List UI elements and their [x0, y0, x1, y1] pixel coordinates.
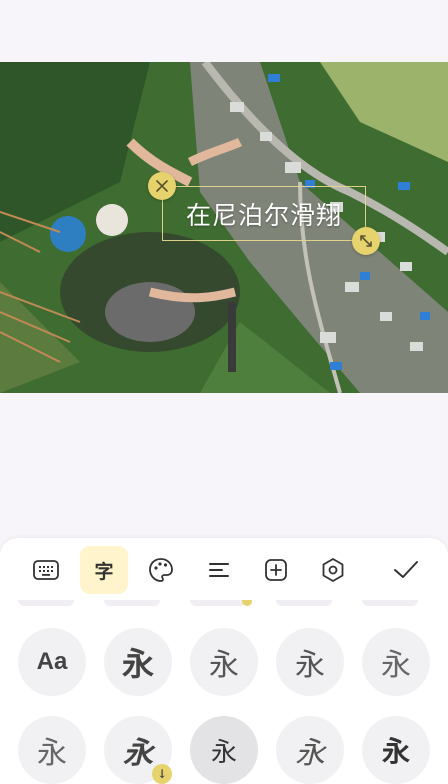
plus-box-icon: [265, 559, 287, 581]
sticker-resize-handle[interactable]: [352, 227, 380, 255]
font-option[interactable]: 永: [362, 628, 430, 696]
font-option[interactable]: Aa: [18, 628, 86, 696]
font-option-partial: [18, 600, 74, 606]
tool-color[interactable]: [137, 546, 185, 594]
tool-font[interactable]: 字: [80, 546, 128, 594]
font-option[interactable]: 永: [18, 716, 86, 784]
font-preview: 永: [295, 736, 325, 771]
font-option-selected[interactable]: 永: [190, 716, 258, 784]
font-option[interactable]: 永: [276, 628, 344, 696]
font-preview: 永: [295, 648, 325, 683]
top-spacer: [0, 0, 448, 62]
palette-icon: [149, 558, 173, 582]
font-option[interactable]: 永: [104, 628, 172, 696]
text-sticker[interactable]: 在尼泊尔滑翔: [162, 186, 366, 241]
tool-keyboard[interactable]: [22, 546, 70, 594]
download-icon: ↓: [152, 764, 172, 784]
font-icon: 字: [94, 560, 114, 583]
font-option-partial: [104, 600, 160, 606]
check-icon: [394, 561, 418, 578]
canvas-background: [0, 393, 448, 538]
font-option[interactable]: 永: [362, 716, 430, 784]
font-option[interactable]: 永 ↓: [104, 716, 172, 784]
font-option[interactable]: 永: [190, 628, 258, 696]
hexagon-icon: [322, 558, 344, 582]
align-icon: [209, 563, 229, 577]
sticker-delete-button[interactable]: [148, 172, 176, 200]
download-badge-partial: [242, 600, 252, 606]
font-option-partial: [190, 600, 246, 606]
scrolled-font-row: [0, 600, 448, 608]
font-preview: 永: [210, 737, 237, 768]
tool-style[interactable]: [309, 546, 357, 594]
font-preview: 永: [381, 735, 410, 768]
font-preview: 永: [209, 648, 239, 683]
font-option[interactable]: 永: [276, 716, 344, 784]
tool-add[interactable]: [252, 546, 300, 594]
text-edit-panel: 字 Aa 永 永 永 永 永 永 ↓ 永 永 永: [0, 538, 448, 784]
font-preview: 永: [37, 737, 67, 770]
keyboard-icon: [33, 560, 59, 580]
font-option-partial: [362, 600, 418, 606]
tool-align[interactable]: [195, 546, 243, 594]
resize-diagonal-icon: [360, 235, 372, 247]
font-option-partial: [276, 600, 332, 606]
sticker-caption[interactable]: 在尼泊尔滑翔: [186, 196, 342, 232]
confirm-button[interactable]: [382, 546, 430, 594]
font-preview: Aa: [36, 648, 68, 675]
font-preview: 永: [121, 645, 154, 683]
text-toolbar: 字: [0, 546, 448, 594]
close-icon: [156, 180, 168, 192]
font-preview: 永: [381, 649, 411, 682]
font-preview: 永: [123, 736, 153, 771]
